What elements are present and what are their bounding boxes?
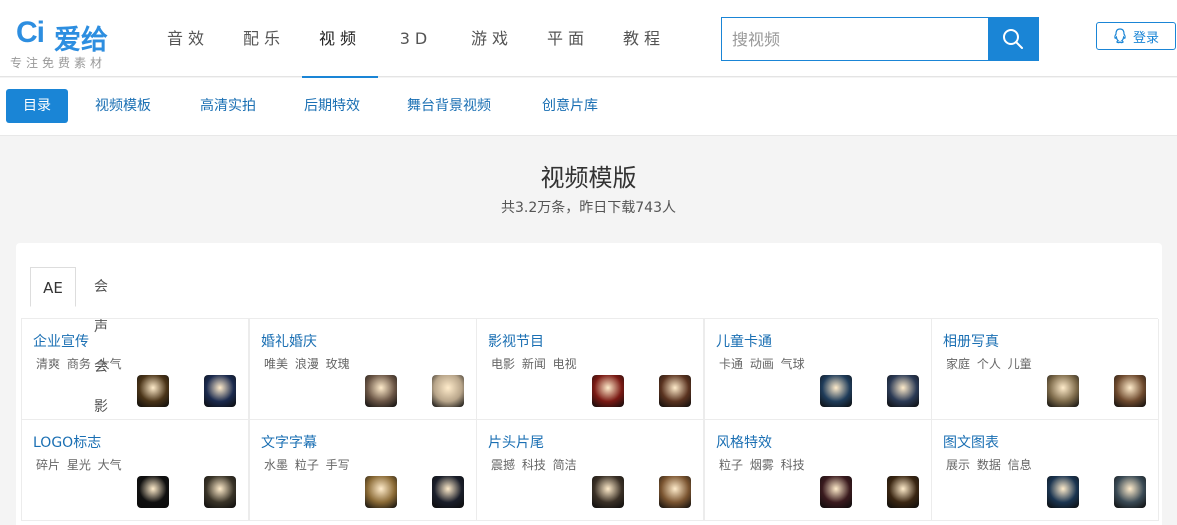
search-input[interactable] — [722, 18, 988, 60]
logo-name: 爱给 — [54, 25, 108, 56]
search-button[interactable] — [988, 18, 1038, 60]
video-thumbnail[interactable] — [592, 375, 624, 407]
qq-icon — [1114, 28, 1126, 44]
video-thumbnail[interactable] — [137, 476, 169, 508]
nav-item-graphic[interactable]: 平面 — [530, 0, 606, 77]
nav-item-tutorial[interactable]: 教程 — [606, 0, 682, 77]
video-thumbnail[interactable] — [365, 476, 397, 508]
category-tags: 家庭 个人 儿童 — [946, 357, 1032, 371]
video-thumbnail[interactable] — [592, 476, 624, 508]
video-thumbnail[interactable] — [432, 476, 464, 508]
search-icon — [1003, 29, 1023, 49]
site-logo[interactable]: Ci 爱给 专注免费素材 — [10, 14, 140, 70]
logo-mark: Ci — [16, 16, 45, 49]
subnav-item-video-templates[interactable]: 视频模板 — [95, 89, 151, 123]
video-thumbnail[interactable] — [820, 476, 852, 508]
subnav-item-hd-footage[interactable]: 高清实拍 — [200, 89, 256, 123]
category-title[interactable]: 相册写真 — [943, 331, 999, 351]
logo-tagline: 专注免费素材 — [10, 56, 107, 70]
video-thumbnail[interactable] — [887, 375, 919, 407]
category-card-text-subtitle: 文字字幕水墨 粒子 手写 — [249, 420, 477, 521]
category-title[interactable]: 儿童卡通 — [716, 331, 772, 351]
category-tags: 震撼 科技 简洁 — [491, 458, 577, 472]
nav-item-3d[interactable]: 3D — [378, 0, 454, 77]
search-box — [721, 17, 1039, 61]
nav-item-audio[interactable]: 音效 — [150, 0, 226, 77]
video-thumbnail[interactable] — [820, 375, 852, 407]
page-subtitle: 共3.2万条，昨日下载743人 — [501, 200, 676, 216]
video-thumbnail[interactable] — [204, 476, 236, 508]
category-card-logo: LOGO标志碎片 星光 大气 — [21, 420, 249, 521]
category-title[interactable]: 企业宣传 — [33, 331, 89, 351]
category-tags: 粒子 烟雾 科技 — [719, 458, 805, 472]
category-card-wedding: 婚礼婚庆唯美 浪漫 玫瑰 — [249, 319, 477, 420]
category-title[interactable]: 婚礼婚庆 — [261, 331, 317, 351]
category-tags: 碎片 星光 大气 — [36, 458, 122, 472]
subnav-item-stage-backgrounds[interactable]: 舞台背景视频 — [407, 89, 491, 123]
category-title[interactable]: 文字字幕 — [261, 432, 317, 452]
nav-item-game[interactable]: 游戏 — [454, 0, 530, 77]
nav-item-video[interactable]: 视频 — [302, 0, 378, 78]
category-title[interactable]: 影视节目 — [488, 331, 544, 351]
category-title[interactable]: 片头片尾 — [488, 432, 544, 452]
video-thumbnail[interactable] — [1114, 476, 1146, 508]
page-title: 视频模版 — [540, 164, 637, 192]
tab-huishengyingxiang[interactable]: 会声会影 — [94, 267, 108, 415]
category-card-enterprise: 企业宣传清爽 商务 大气 — [21, 319, 249, 420]
main-nav: 音效 配乐 视频 3D 游戏 平面 教程 — [150, 0, 682, 78]
video-thumbnail[interactable] — [887, 476, 919, 508]
video-thumbnail[interactable] — [432, 375, 464, 407]
category-title[interactable]: LOGO标志 — [33, 432, 101, 452]
category-card-film-tv: 影视节目电影 新闻 电视 — [476, 319, 704, 420]
category-card-infographic: 图文图表展示 数据 信息 — [931, 420, 1159, 521]
category-title[interactable]: 图文图表 — [943, 432, 999, 452]
video-thumbnail[interactable] — [204, 375, 236, 407]
video-thumbnail[interactable] — [659, 375, 691, 407]
subnav-item-catalog[interactable]: 目录 — [6, 89, 68, 123]
category-tags: 水墨 粒子 手写 — [264, 458, 350, 472]
category-tags: 清爽 商务 大气 — [36, 357, 122, 371]
category-card-intro-outro: 片头片尾震撼 科技 简洁 — [476, 420, 704, 521]
category-card-style-effects: 风格特效粒子 烟雾 科技 — [704, 420, 932, 521]
subnav-item-post-effects[interactable]: 后期特效 — [304, 89, 360, 123]
video-thumbnail[interactable] — [659, 476, 691, 508]
video-thumbnail[interactable] — [1047, 375, 1079, 407]
category-card-kids-cartoon: 儿童卡通卡通 动画 气球 — [704, 319, 932, 420]
sub-nav: 目录 视频模板 高清实拍 后期特效 舞台背景视频 创意片库 — [0, 78, 1177, 136]
category-grid: 企业宣传 清爽 商务 大气 婚礼婚庆 唯美 浪漫 玫瑰 影视节目 电影 新闻 电视 儿童卡通… — [21, 318, 1159, 521]
top-header: Ci 爱给 专注免费素材 音效 配乐 视频 3D 游戏 平面 教程 登录 — [0, 0, 1177, 78]
category-tags: 唯美 浪漫 玫瑰 — [264, 357, 350, 371]
tab-ae[interactable]: AE — [30, 267, 76, 307]
category-card-album-photo: 相册写真家庭 个人 儿童 — [931, 319, 1159, 420]
category-panel: AE 会声会影 企业宣传 清爽 商务 大气 婚礼婚庆 唯美 浪漫 玫瑰 影视节目 电影 新… — [16, 243, 1162, 525]
video-thumbnail[interactable] — [137, 375, 169, 407]
category-title[interactable]: 风格特效 — [716, 432, 772, 452]
category-tags: 电影 新闻 电视 — [491, 357, 577, 371]
login-label: 登录 — [1132, 30, 1159, 46]
category-tags: 展示 数据 信息 — [946, 458, 1032, 472]
video-thumbnail[interactable] — [365, 375, 397, 407]
video-thumbnail[interactable] — [1047, 476, 1079, 508]
video-thumbnail[interactable] — [1114, 375, 1146, 407]
category-tags: 卡通 动画 气球 — [719, 357, 805, 371]
nav-item-music[interactable]: 配乐 — [226, 0, 302, 77]
login-button[interactable]: 登录 — [1096, 22, 1176, 50]
subnav-item-creative-library[interactable]: 创意片库 — [542, 89, 598, 123]
